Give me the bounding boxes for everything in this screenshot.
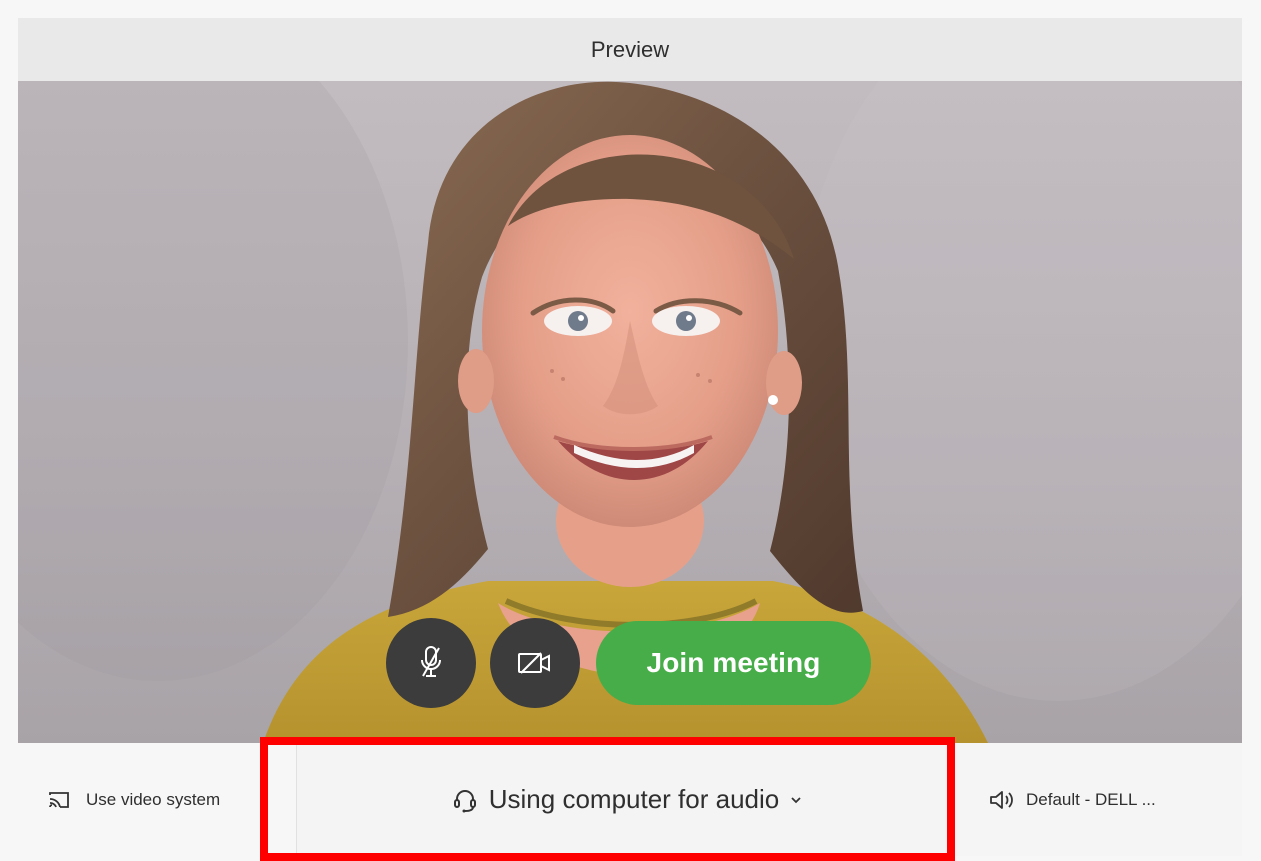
chevron-down-icon (789, 793, 803, 807)
audio-selector-label: Using computer for audio (488, 784, 780, 814)
preview-title: Preview (590, 36, 670, 62)
preview-header: Preview (18, 18, 1242, 81)
bottom-toolbar: Use video system Using computer for audi… (18, 743, 1242, 856)
cast-icon (48, 791, 70, 809)
audio-selector-button[interactable]: Using computer for audio (296, 743, 958, 856)
speaker-icon (988, 788, 1016, 812)
use-video-system-label: Use video system (86, 789, 221, 809)
use-video-system-button[interactable]: Use video system (18, 743, 296, 856)
speaker-selector-button[interactable]: Default - DELL ... (958, 743, 1242, 856)
stop-video-button[interactable] (490, 618, 580, 708)
speaker-selector-label: Default - DELL ... (1026, 789, 1156, 809)
mute-microphone-button[interactable] (386, 618, 476, 708)
microphone-off-icon (415, 643, 447, 683)
video-off-icon (515, 648, 555, 678)
headset-icon (451, 786, 479, 814)
join-meeting-button[interactable]: Join meeting (596, 621, 871, 705)
preview-controls: Join meeting (386, 618, 871, 708)
meeting-preview-window: Preview Use video system Using computer … (18, 18, 1242, 856)
